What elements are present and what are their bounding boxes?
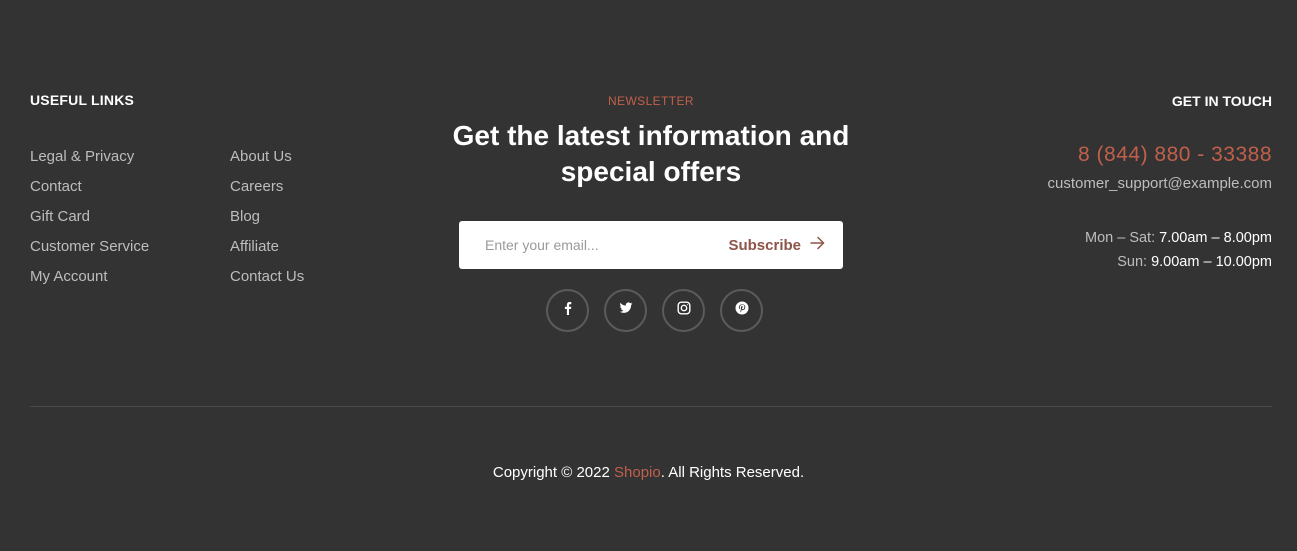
copyright-prefix: Copyright © 2022 [492, 464, 614, 481]
useful-links-column-1: Legal & Privacy Contact Gift Card Custom… [30, 147, 149, 297]
footer-link-careers[interactable]: Careers [230, 177, 304, 207]
hours-label: Sun: [1117, 254, 1152, 270]
footer-link-contact[interactable]: Contact [30, 177, 149, 207]
social-links [546, 289, 763, 332]
contact-phone[interactable]: 8 (844) 880 - 33388 [1048, 142, 1273, 168]
contact-section: GET IN TOUCH 8 (844) 880 - 33388 custome… [1048, 92, 1273, 274]
opening-hours: Mon – Sat: 7.00am – 8.00pm Sun: 9.00am –… [1048, 226, 1272, 274]
hours-value: 7.00am – 8.00pm [1159, 230, 1272, 246]
footer-link-about-us[interactable]: About Us [230, 147, 304, 177]
contact-email[interactable]: customer_support@example.com [1048, 173, 1273, 195]
footer-link-affiliate[interactable]: Affiliate [230, 237, 304, 267]
newsletter-section: NEWSLETTER Get the latest information an… [430, 92, 872, 332]
hours-label: Mon – Sat: [1084, 230, 1160, 246]
footer-divider [30, 406, 1272, 407]
hours-row: Sun: 9.00am – 10.00pm [1048, 250, 1272, 274]
copyright-text: Copyright © 2022 Shopio. All Rights Rese… [0, 463, 1297, 483]
subscribe-button[interactable]: Subscribe [718, 222, 843, 268]
pinterest-icon [735, 301, 749, 320]
footer-link-customer-service[interactable]: Customer Service [30, 237, 149, 267]
useful-links-title: USEFUL LINKS [30, 92, 135, 108]
subscribe-form: Subscribe [459, 221, 843, 269]
arrow-right-icon [810, 236, 825, 254]
footer-link-legal-privacy[interactable]: Legal & Privacy [30, 147, 149, 177]
copyright-suffix: . All Rights Reserved. [660, 464, 805, 481]
instagram-button[interactable] [662, 289, 705, 332]
brand-link[interactable]: Shopio [614, 464, 661, 481]
site-footer: USEFUL LINKS Legal & Privacy Contact Gif… [0, 0, 1297, 551]
twitter-button[interactable] [604, 289, 647, 332]
footer-link-gift-card[interactable]: Gift Card [30, 207, 149, 237]
facebook-button[interactable] [546, 289, 589, 332]
newsletter-eyebrow: NEWSLETTER [607, 94, 694, 108]
contact-title: GET IN TOUCH [1171, 93, 1272, 109]
twitter-icon [619, 301, 633, 320]
footer-link-contact-us[interactable]: Contact Us [230, 267, 304, 297]
useful-links-column-2: About Us Careers Blog Affiliate Contact … [230, 147, 304, 297]
hours-row: Mon – Sat: 7.00am – 8.00pm [1048, 226, 1272, 250]
subscribe-label: Subscribe [728, 236, 801, 254]
newsletter-title: Get the latest information and special o… [452, 120, 850, 187]
pinterest-button[interactable] [720, 289, 763, 332]
instagram-icon [677, 301, 691, 320]
email-input[interactable] [459, 222, 719, 268]
facebook-icon [561, 301, 575, 320]
hours-value: 9.00am – 10.00pm [1151, 254, 1272, 270]
footer-link-blog[interactable]: Blog [230, 207, 304, 237]
footer-link-my-account[interactable]: My Account [30, 267, 149, 297]
